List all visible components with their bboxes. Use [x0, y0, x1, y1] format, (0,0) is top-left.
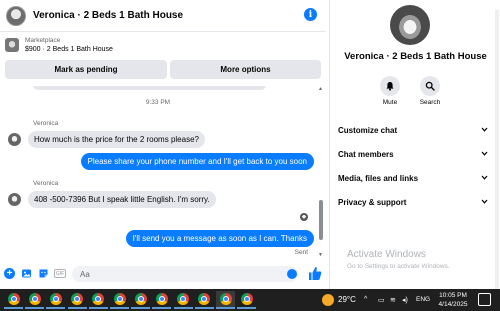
taskbar-chrome-button[interactable] — [4, 291, 23, 309]
message-avatar[interactable] — [8, 193, 21, 206]
chrome-icon — [155, 293, 168, 305]
temperature[interactable]: 29°C — [338, 295, 356, 304]
mute-button[interactable]: Mute — [370, 76, 410, 106]
conversation-name: Veronica · 2 Beds 1 Bath House — [344, 51, 487, 62]
chat-title[interactable]: Veronica · 2 Beds 1 Bath House — [33, 10, 183, 21]
chevron-up-icon[interactable]: ^ — [364, 296, 367, 303]
emoji-icon[interactable] — [287, 269, 297, 279]
chrome-icon — [92, 293, 105, 305]
previous-message-bubble — [33, 86, 266, 90]
chevron-down-icon — [481, 127, 488, 132]
menu-item-label: Chat members — [338, 149, 394, 159]
info-icon[interactable]: i — [304, 8, 317, 21]
taskbar-chrome-button[interactable] — [237, 291, 257, 309]
taskbar-chrome-button[interactable] — [152, 291, 172, 309]
chevron-down-icon — [481, 175, 488, 180]
details-menu: Customize chat Chat members Media, files… — [338, 118, 488, 214]
folder-icon[interactable]: ▭ — [378, 296, 385, 304]
chrome-icon — [113, 293, 126, 305]
clock-time: 10:05 PM — [439, 292, 467, 299]
windows-taskbar: 29°C ^ ▭ ≋ ◂) ENG 10:05 PM 4/14/2025 — [0, 289, 500, 311]
message-sender: Veronica — [33, 180, 59, 187]
conversation-avatar[interactable] — [390, 5, 430, 45]
search-icon — [420, 76, 440, 96]
taskbar-chrome-button[interactable] — [67, 291, 87, 309]
message-input[interactable] — [72, 266, 298, 282]
time-separator: 9:33 PM — [145, 99, 171, 106]
conversation-details-pane: Veronica · 2 Beds 1 Bath House Mute Sear… — [329, 0, 500, 290]
weather-icon[interactable] — [322, 294, 334, 306]
listing-label: Marketplace — [25, 37, 61, 44]
chrome-icon — [134, 293, 147, 305]
menu-item-label: Customize chat — [338, 125, 398, 135]
volume-icon[interactable]: ◂) — [402, 296, 408, 304]
menu-item-media-files-links[interactable]: Media, files and links — [338, 166, 488, 190]
chrome-icon — [198, 293, 211, 305]
activate-windows-title: Activate Windows — [347, 249, 426, 260]
chrome-icon — [71, 293, 84, 305]
search-button[interactable]: Search — [410, 76, 450, 106]
menu-item-label: Media, files and links — [338, 173, 419, 183]
taskbar-chrome-button[interactable] — [131, 291, 151, 309]
message-scrollbar[interactable]: ▲ ▼ — [318, 86, 324, 258]
like-icon[interactable] — [308, 266, 322, 281]
chrome-icon — [49, 293, 62, 305]
chrome-icon — [177, 293, 190, 305]
message-bubble-in: How much is the price for the 2 rooms pl… — [28, 131, 205, 148]
taskbar-chrome-button[interactable] — [216, 291, 235, 309]
plus-icon[interactable]: + — [4, 268, 15, 279]
taskbar-chrome-button[interactable] — [194, 291, 214, 309]
more-options-button[interactable]: More options — [170, 60, 321, 79]
listing-price-title[interactable]: $900 · 2 Beds 1 Bath House — [25, 46, 113, 53]
composer: + GIF — [0, 262, 326, 286]
mute-label: Mute — [382, 99, 398, 106]
chevron-down-icon — [481, 151, 488, 156]
seen-avatar — [300, 213, 308, 221]
sent-status: Sent — [294, 249, 308, 256]
message-bubble-in: 408 -500-7396 But I speak little English… — [28, 191, 216, 208]
clock[interactable]: 10:05 PM 4/14/2025 — [436, 291, 470, 309]
search-label: Search — [419, 99, 441, 106]
bell-icon — [380, 76, 400, 96]
message-bubble-out: I'll send you a message as soon as I can… — [125, 230, 314, 247]
listing-thumbnail[interactable] — [5, 38, 19, 52]
taskbar-chrome-button[interactable] — [173, 291, 193, 309]
taskbar-chrome-button[interactable] — [46, 291, 66, 309]
message-list: 9:33 PM Veronica How much is the price f… — [0, 86, 326, 258]
message-bubble-out: Please share your phone number and I'll … — [80, 153, 314, 170]
chevron-down-icon — [481, 199, 488, 204]
menu-item-privacy-support[interactable]: Privacy & support — [338, 190, 488, 214]
chrome-icon — [240, 293, 253, 305]
chrome-icon — [28, 293, 41, 305]
mark-as-pending-button[interactable]: Mark as pending — [5, 60, 167, 79]
message-sender: Veronica — [33, 120, 59, 127]
activate-windows-subtitle: Go to Settings to activate Windows. — [347, 263, 450, 270]
chrome-icon — [7, 293, 20, 305]
marketplace-listing: Marketplace $900 · 2 Beds 1 Bath House M… — [0, 33, 326, 85]
menu-item-customize-chat[interactable]: Customize chat — [338, 118, 488, 142]
message-avatar[interactable] — [8, 133, 21, 146]
chrome-icon — [219, 293, 232, 305]
chat-header: Veronica · 2 Beds 1 Bath House i — [0, 0, 326, 32]
photo-icon[interactable] — [21, 268, 32, 279]
language-indicator[interactable]: ENG — [416, 296, 430, 303]
avatar[interactable] — [6, 5, 26, 26]
details-scrollbar[interactable] — [495, 10, 499, 290]
sticker-icon[interactable] — [38, 268, 49, 279]
scroll-down-arrow-icon[interactable]: ▼ — [318, 252, 323, 258]
wifi-icon[interactable]: ≋ — [390, 296, 396, 304]
taskbar-chrome-button[interactable] — [110, 291, 129, 309]
chat-pane: Veronica · 2 Beds 1 Bath House i Marketp… — [0, 0, 326, 289]
gif-icon[interactable]: GIF — [54, 269, 66, 278]
scroll-thumb[interactable] — [319, 200, 323, 240]
scroll-up-arrow-icon[interactable]: ▲ — [318, 86, 323, 92]
taskbar-chrome-button[interactable] — [25, 291, 45, 309]
taskbar-chrome-button[interactable] — [88, 291, 108, 309]
menu-item-chat-members[interactable]: Chat members — [338, 142, 488, 166]
clock-date: 4/14/2025 — [438, 301, 468, 308]
menu-item-label: Privacy & support — [338, 197, 407, 207]
notification-icon[interactable] — [478, 293, 491, 306]
